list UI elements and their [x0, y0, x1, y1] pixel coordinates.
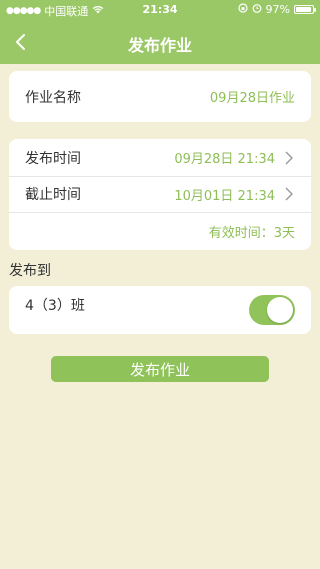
- toggle-knob: [267, 297, 293, 323]
- battery-percent: 97%: [265, 3, 290, 16]
- valid-duration-value: 3天: [273, 225, 295, 241]
- publish-time-row[interactable]: 发布时间 09月28日 21:34: [9, 139, 311, 176]
- valid-duration-label: 有效时间：: [208, 225, 274, 241]
- homework-name-value: 09月28日作业: [209, 91, 295, 106]
- valid-duration-row: 有效时间：3天: [9, 212, 311, 250]
- status-bar: ●●●●● 中国联通 21:34 97%: [0, 0, 320, 20]
- class-publish-toggle[interactable]: [249, 295, 295, 325]
- publish-time-value: 09月28日 21:34: [174, 152, 275, 167]
- publish-to-heading: 发布到: [9, 263, 51, 279]
- page-title: 发布作业: [127, 36, 192, 55]
- homework-name-label: 作业名称: [25, 89, 81, 106]
- status-right: 97%: [237, 3, 316, 16]
- publish-homework-button[interactable]: 发布作业: [51, 356, 269, 382]
- chevron-right-icon: [285, 151, 293, 164]
- publish-time-label: 发布时间: [25, 150, 81, 167]
- chevron-right-icon: [285, 187, 293, 201]
- class-target-card: 4（3）班: [9, 286, 311, 334]
- homework-name-card: 作业名称 09月28日作业: [9, 71, 311, 122]
- deadline-row[interactable]: 截止时间 10月01日 21:34: [9, 176, 311, 212]
- schedule-card: 发布时间 09月28日 21:34 截止时间 10月01日 21:34 有效时间…: [9, 139, 311, 250]
- rotation-lock-icon: [237, 3, 248, 16]
- homework-name-row[interactable]: 作业名称 09月28日作业: [9, 71, 311, 122]
- alarm-icon: [252, 3, 262, 16]
- class-label: 4（3）班: [25, 298, 85, 314]
- deadline-value: 10月01日 21:34: [174, 188, 275, 204]
- deadline-label: 截止时间: [25, 187, 81, 203]
- app-header: ●●●●● 中国联通 21:34 97% 发布作业: [0, 0, 320, 64]
- navigation-bar: 发布作业: [0, 20, 320, 64]
- battery-icon: [294, 5, 316, 14]
